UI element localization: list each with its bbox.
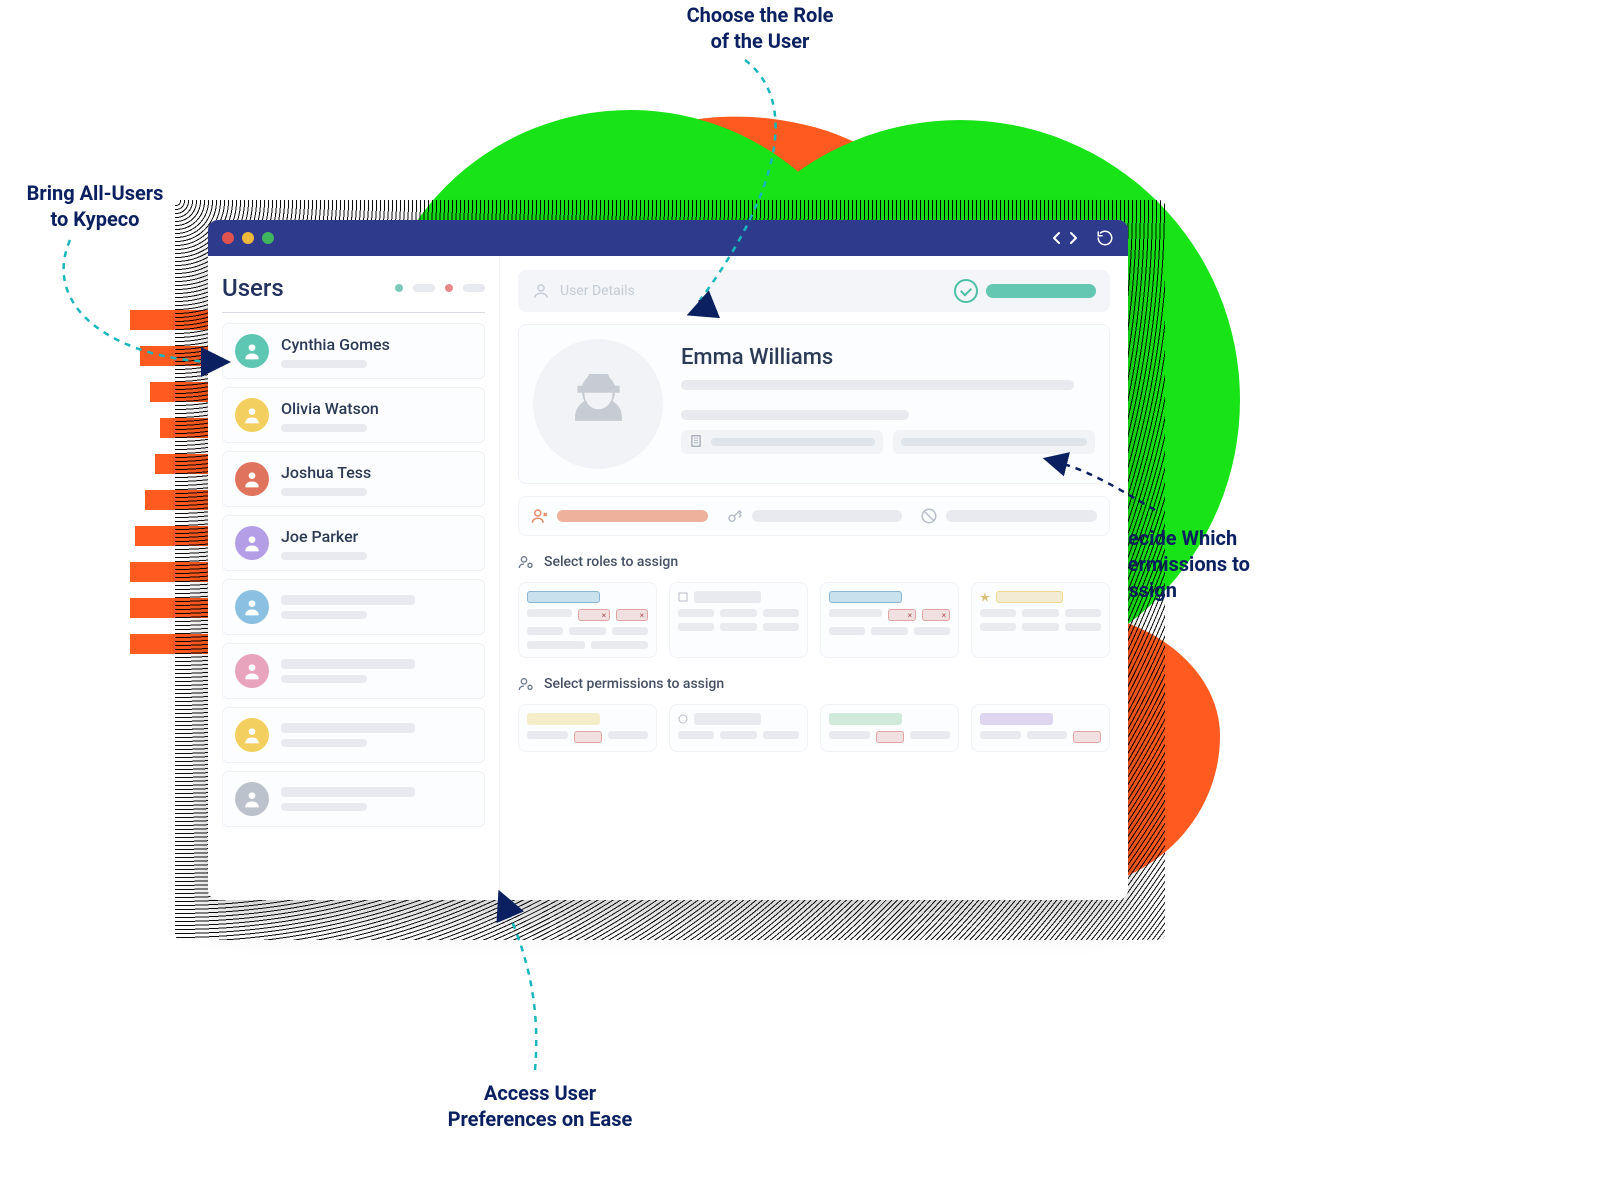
annotation-bottom: Access UserPreferences on Ease: [400, 1080, 680, 1132]
sidebar-title: Users: [222, 274, 284, 302]
role-card[interactable]: ××: [820, 582, 959, 658]
avatar: [235, 782, 269, 816]
doc-icon: [678, 592, 688, 602]
avatar: [235, 334, 269, 368]
permission-card[interactable]: [820, 704, 959, 752]
action-row: [518, 496, 1110, 536]
main-panel: User Details Emma Williams: [500, 256, 1128, 900]
permission-card[interactable]: [518, 704, 657, 752]
profile-card: Emma Williams: [518, 324, 1110, 484]
sidebar: Users Cynthia Gomes Olivia Watson Joshua T…: [208, 256, 500, 900]
permissions-section-title: Select permissions to assign: [518, 676, 1110, 692]
building-icon: [689, 433, 703, 452]
annotation-right: Decide WhichPermissions toAssign: [1115, 525, 1295, 603]
sidebar-user-item[interactable]: Olivia Watson: [222, 387, 485, 443]
user-icon: [532, 282, 550, 300]
circle-icon: [678, 714, 688, 724]
profile-secondary-chip[interactable]: [893, 430, 1095, 454]
profile-avatar: [533, 339, 663, 469]
action-remove-user[interactable]: [531, 507, 708, 525]
header-row: User Details: [518, 270, 1110, 312]
key-icon: [726, 507, 744, 525]
status-check-icon: [954, 279, 978, 303]
window-minimize-dot[interactable]: [242, 232, 254, 244]
role-card[interactable]: ××: [518, 582, 657, 658]
avatar: [235, 526, 269, 560]
roles-section-title: Select roles to assign: [518, 554, 1110, 570]
window-close-dot[interactable]: [222, 232, 234, 244]
star-icon: [980, 592, 990, 602]
annotation-left: Bring All-Usersto Kypeco: [0, 180, 190, 232]
user-list: Cynthia Gomes Olivia Watson Joshua Tess Joe…: [222, 323, 485, 827]
permissions-grid: [518, 704, 1110, 752]
status-bar: [986, 284, 1096, 298]
avatar: [235, 654, 269, 688]
action-reset-key[interactable]: [726, 507, 903, 525]
user-remove-icon: [531, 507, 549, 525]
titlebar: [208, 220, 1128, 256]
role-card[interactable]: [971, 582, 1110, 658]
app-window: Users Cynthia Gomes Olivia Watson Joshua T…: [208, 220, 1128, 900]
profile-name: Emma Williams: [681, 345, 1095, 370]
avatar: [235, 590, 269, 624]
user-settings-icon: [518, 554, 534, 570]
role-card[interactable]: [669, 582, 808, 658]
avatar: [235, 462, 269, 496]
window-maximize-dot[interactable]: [262, 232, 274, 244]
avatar: [235, 718, 269, 752]
permission-card[interactable]: [971, 704, 1110, 752]
user-name: Joe Parker: [281, 527, 472, 546]
roles-grid: ×× ××: [518, 582, 1110, 658]
sidebar-user-item[interactable]: Joe Parker: [222, 515, 485, 571]
titlebar-dots: [222, 232, 274, 244]
nav-back-forward-icon[interactable]: [1050, 230, 1080, 246]
block-icon: [920, 507, 938, 525]
sidebar-user-item[interactable]: [222, 643, 485, 699]
sidebar-user-item[interactable]: Joshua Tess: [222, 451, 485, 507]
sidebar-user-item[interactable]: Cynthia Gomes: [222, 323, 485, 379]
header-label: User Details: [560, 283, 635, 299]
annotation-top: Choose the Roleof the User: [620, 2, 900, 54]
sidebar-user-item[interactable]: [222, 707, 485, 763]
user-name: Cynthia Gomes: [281, 335, 472, 354]
reload-icon[interactable]: [1096, 229, 1114, 247]
profile-company-chip[interactable]: [681, 430, 883, 454]
avatar: [235, 398, 269, 432]
action-block[interactable]: [920, 507, 1097, 525]
sidebar-user-item[interactable]: [222, 771, 485, 827]
user-settings-icon: [518, 676, 534, 692]
user-name: Joshua Tess: [281, 463, 472, 482]
user-name: Olivia Watson: [281, 399, 472, 418]
permission-card[interactable]: [669, 704, 808, 752]
sidebar-status-pills: [395, 284, 485, 292]
sidebar-user-item[interactable]: [222, 579, 485, 635]
